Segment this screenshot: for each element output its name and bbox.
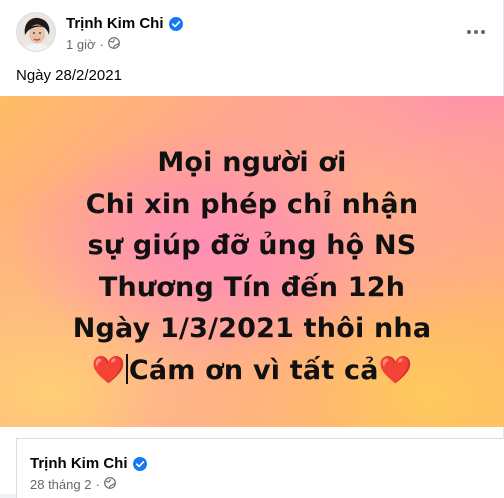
heart-icon-left: ❤️ <box>91 354 126 386</box>
avatar[interactable] <box>16 12 56 52</box>
globe-icon[interactable] <box>107 37 120 52</box>
avatar-image <box>17 13 55 51</box>
shared-post-meta: 28 tháng 2 · <box>30 477 116 492</box>
image-line-2: Chi xin phép chỉ nhận <box>85 188 419 220</box>
shared-author-name[interactable]: Trịnh Kim Chi <box>30 455 147 472</box>
text-cursor <box>126 353 128 384</box>
heart-icon-right: ❤️ <box>378 354 413 386</box>
more-horizontal-icon <box>467 30 485 34</box>
post-image[interactable]: Mọi người ơi Chi xin phép chỉ nhận sự gi… <box>0 96 504 427</box>
image-line-6: Cám ơn vì tất cả <box>128 354 379 386</box>
globe-icon[interactable] <box>103 477 116 492</box>
verified-badge-icon <box>132 456 147 471</box>
author-name-text[interactable]: Trịnh Kim Chi <box>66 15 164 32</box>
post-caption: Ngày 28/2/2021 <box>16 67 122 84</box>
post-header: Trịnh Kim Chi 1 giờ · <box>16 12 488 56</box>
more-options-button[interactable] <box>464 20 488 44</box>
image-line-3: sự giúp đỡ ủng hộ NS <box>87 230 417 261</box>
post-meta: 1 giờ · <box>66 37 120 52</box>
meta-separator: · <box>95 477 100 492</box>
post-timestamp[interactable]: 1 giờ <box>66 37 96 52</box>
shared-post-card[interactable]: Trịnh Kim Chi 28 tháng 2 · <box>16 438 504 498</box>
facebook-post: Trịnh Kim Chi 1 giờ · Ngày 28/2/2021 Mọi… <box>0 0 504 498</box>
image-text: Mọi người ơi Chi xin phép chỉ nhận sự gi… <box>0 142 504 391</box>
image-line-4: Thương Tín đến 12h <box>98 271 406 303</box>
author-name[interactable]: Trịnh Kim Chi <box>66 15 183 32</box>
verified-badge-icon <box>168 16 183 31</box>
image-line-6-row: ❤️ Cám ơn vì tất cả❤️ <box>0 350 504 392</box>
image-line-1: Mọi người ơi <box>157 147 347 178</box>
shared-author-name-text[interactable]: Trịnh Kim Chi <box>30 455 128 472</box>
image-line-5: Ngày 1/3/2021 thôi nha <box>72 313 432 344</box>
shared-post-timestamp[interactable]: 28 tháng 2 <box>30 477 91 492</box>
meta-separator: · <box>99 37 104 52</box>
